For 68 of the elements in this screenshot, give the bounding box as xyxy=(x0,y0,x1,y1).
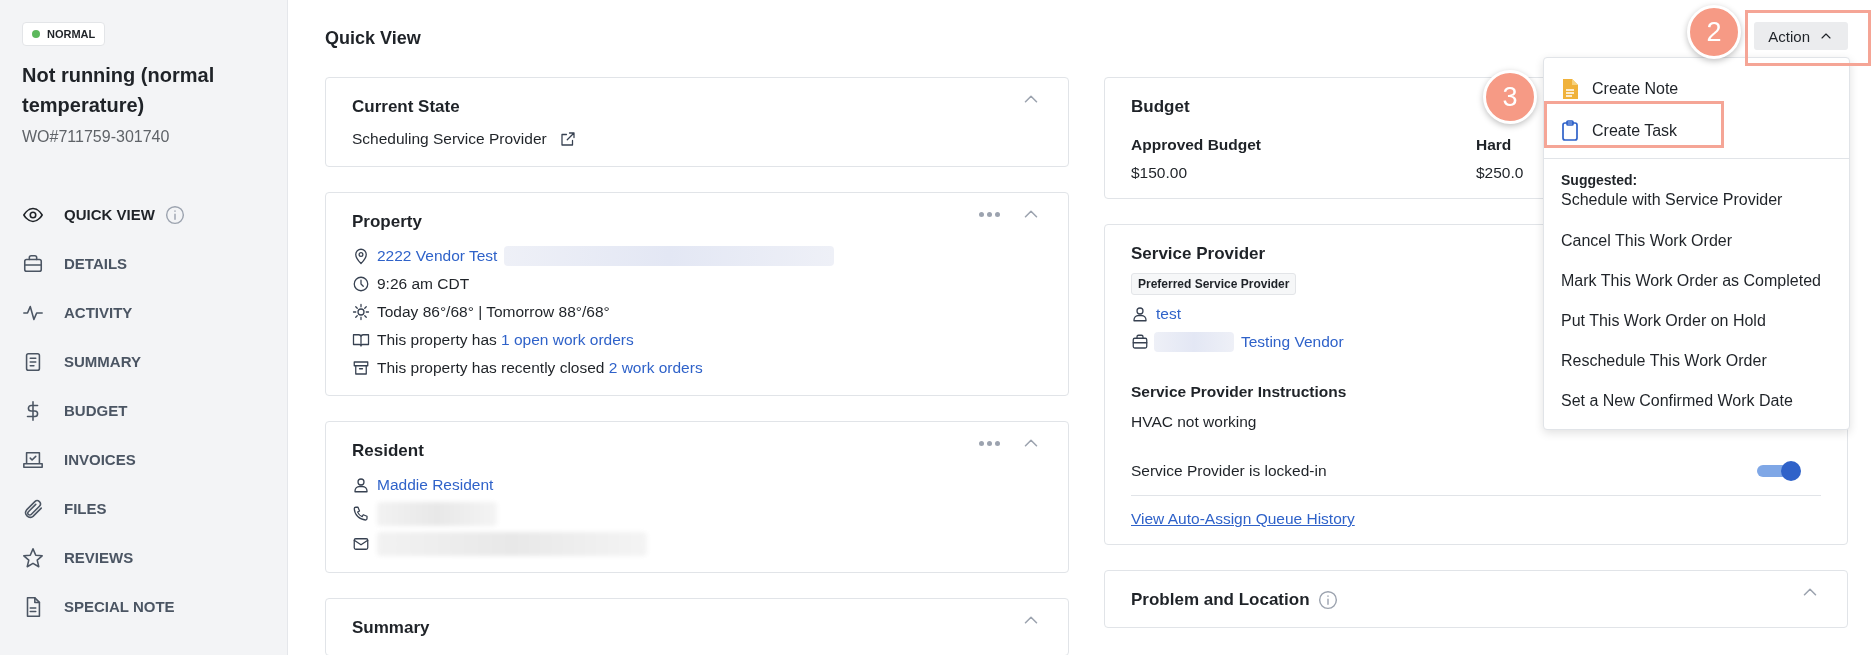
nav-item[interactable]: REVIEWS xyxy=(22,533,142,582)
property-note: This property has recently closed 2 work orders xyxy=(377,359,703,377)
action-button[interactable]: Action xyxy=(1754,22,1848,50)
phone-icon xyxy=(352,505,370,523)
menu-item[interactable]: Create Note xyxy=(1544,68,1687,110)
clipboard-icon xyxy=(1560,120,1580,142)
card-title: Budget xyxy=(1131,97,1190,117)
current-state-text: Scheduling Service Provider xyxy=(352,130,547,148)
queue-history-link[interactable]: View Auto-Assign Queue History xyxy=(1131,510,1355,528)
card-title: Service Provider xyxy=(1131,244,1266,264)
menu-item[interactable]: Reschedule This Work Order xyxy=(1561,341,1767,381)
status-badge: NORMAL xyxy=(22,22,106,46)
company-link[interactable]: Testing Vendor xyxy=(1241,333,1344,351)
menu-item[interactable]: Cancel This Work Order xyxy=(1561,221,1732,261)
card-title: Resident xyxy=(352,441,424,461)
budget-value: $150.00 xyxy=(1131,164,1188,182)
card-title: Summary xyxy=(352,618,430,638)
nav-item[interactable]: SUMMARY xyxy=(22,337,149,386)
nav-item[interactable]: QUICK VIEW xyxy=(22,190,193,239)
external-link-icon[interactable] xyxy=(558,130,577,148)
star-icon xyxy=(22,546,44,569)
nav-item[interactable]: ACTIVITY xyxy=(22,288,141,337)
weather-forecast: Today 86°/68° | Tomorrow 88°/68° xyxy=(377,303,610,321)
budget-label: Hard xyxy=(1476,136,1512,154)
menu-item[interactable]: Schedule with Service Provider xyxy=(1561,189,1783,211)
page-title: Quick View xyxy=(325,27,421,49)
archive-icon xyxy=(352,359,370,377)
closed-orders-link[interactable]: 2 work orders xyxy=(608,359,703,376)
locked-in-label: Service Provider is locked-in xyxy=(1131,462,1327,480)
nav-item[interactable]: SPECIAL NOTE xyxy=(22,582,183,631)
address-link[interactable]: 2222 Vendor Test xyxy=(377,247,498,265)
card-title: Problem and Location xyxy=(1131,590,1310,610)
mail-icon xyxy=(352,535,370,553)
note-icon xyxy=(1560,78,1580,100)
nav-item[interactable]: BUDGET xyxy=(22,386,136,435)
property-note: This property has 1 open work orders xyxy=(377,331,634,349)
menu-item[interactable]: Mark This Work Order as Completed xyxy=(1561,261,1821,301)
work-order-number: WO#711759-301740 xyxy=(22,128,170,146)
suggested-heading: Suggested: xyxy=(1560,172,1638,188)
nav-item[interactable]: INVOICES xyxy=(22,435,144,484)
step-marker: 2 xyxy=(1687,5,1741,59)
name-link[interactable]: test xyxy=(1156,305,1181,323)
location-pin-icon xyxy=(352,247,370,265)
menu-item[interactable]: Put This Work Order on Hold xyxy=(1561,301,1766,341)
person-icon xyxy=(1131,305,1149,323)
sun-icon xyxy=(352,303,370,321)
nav-item[interactable]: DETAILS xyxy=(22,239,136,288)
menu-item[interactable]: Create Task xyxy=(1544,110,1686,152)
instructions-text: HVAC not working xyxy=(1131,413,1257,431)
card-title: Property xyxy=(352,212,422,232)
local-time: 9:26 am CDT xyxy=(377,275,470,293)
person-icon xyxy=(352,476,370,494)
book-icon xyxy=(352,331,370,349)
nav-item[interactable]: FILES xyxy=(22,484,115,533)
open-orders-link[interactable]: 1 open work orders xyxy=(501,331,634,348)
card-title: Current State xyxy=(352,97,460,117)
paperclip-icon xyxy=(22,497,44,520)
budget-label: Approved Budget xyxy=(1131,136,1262,154)
locked-in-toggle[interactable] xyxy=(1757,461,1801,481)
clock-icon xyxy=(352,275,370,293)
work-order-title: Not running (normal temperature) xyxy=(22,63,216,118)
instructions-heading: Service Provider Instructions xyxy=(1131,383,1347,401)
name-link[interactable]: Maddie Resident xyxy=(377,476,494,494)
budget-value: $250.0 xyxy=(1476,164,1524,182)
menu-item[interactable]: Set a New Confirmed Work Date xyxy=(1561,381,1793,421)
preferred-provider-tag: Preferred Service Provider xyxy=(1131,273,1297,295)
briefcase-icon xyxy=(22,252,44,275)
briefcase-icon xyxy=(1131,333,1149,351)
